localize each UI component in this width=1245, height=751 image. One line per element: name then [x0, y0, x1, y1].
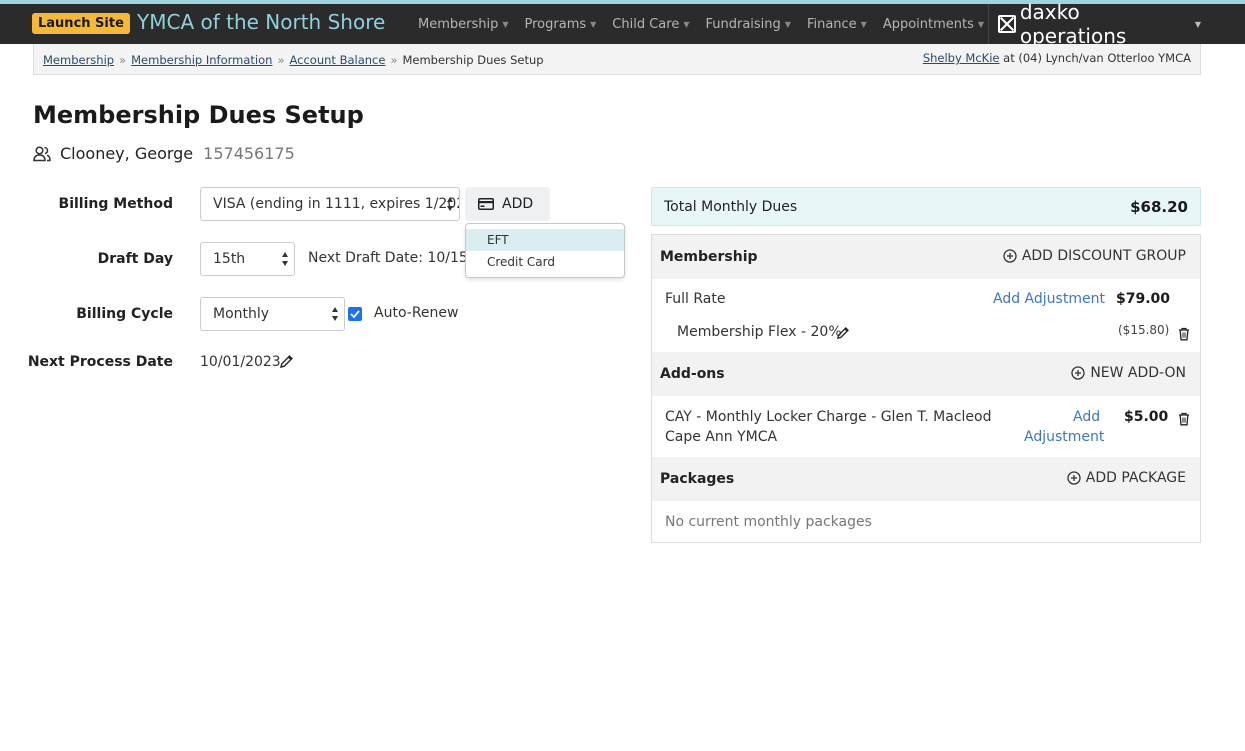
- checkmark-icon: [350, 310, 360, 318]
- edit-pencil-icon[interactable]: [279, 354, 294, 369]
- chevron-down-icon: ▼: [683, 19, 690, 29]
- billing-cycle-select[interactable]: Monthly: [200, 297, 345, 331]
- chevron-down-icon: ▼: [1194, 19, 1201, 29]
- packages-empty-text: No current monthly packages: [665, 514, 872, 530]
- launch-site-button[interactable]: Launch Site: [32, 13, 130, 34]
- plus-circle-icon: [1003, 249, 1017, 263]
- breadcrumb-bar: Membership » Membership Information » Ac…: [33, 44, 1201, 75]
- packages-section-title: Packages: [660, 471, 735, 487]
- addon-add-adjustment-link[interactable]: Add: [1073, 409, 1100, 425]
- addon-amount: $5.00: [1124, 409, 1169, 425]
- billing-cycle-value: Monthly: [213, 306, 270, 322]
- brand-name: daxko operations: [1019, 0, 1127, 48]
- membership-section-title: Membership: [660, 249, 758, 265]
- discount-amount: ($15.80): [1118, 323, 1170, 337]
- plus-circle-icon: [1067, 471, 1081, 485]
- add-billing-method-button[interactable]: ADD: [465, 187, 550, 221]
- current-user: Shelby McKie at (04) Lynch/van Otterloo …: [923, 51, 1191, 65]
- credit-card-icon: [478, 198, 494, 210]
- chevron-down-icon: ▼: [860, 19, 867, 29]
- full-rate-label: Full Rate: [665, 291, 726, 307]
- discount-label: Membership Flex - 20%: [677, 324, 842, 340]
- billing-cycle-label: Billing Cycle: [76, 306, 173, 322]
- new-addon-button[interactable]: NEW ADD-ON: [1071, 365, 1186, 381]
- breadcrumb-separator: »: [277, 53, 285, 67]
- breadcrumb-separator: »: [119, 53, 127, 67]
- auto-renew-checkbox[interactable]: [348, 307, 362, 321]
- users-icon: [33, 145, 51, 161]
- chevron-down-icon: ▼: [784, 19, 791, 29]
- daxko-logo-icon: [998, 15, 1016, 33]
- addon-name-line1: CAY - Monthly Locker Charge - Glen T. Ma…: [665, 409, 992, 425]
- nav-membership[interactable]: Membership ▼: [418, 17, 509, 32]
- main-nav: Membership ▼ Programs ▼ Child Care ▼ Fundra…: [410, 4, 992, 44]
- user-location: at (04) Lynch/van Otterloo YMCA: [999, 51, 1191, 65]
- select-arrows-icon: [332, 307, 338, 321]
- menu-item-credit-card[interactable]: Credit Card: [466, 251, 624, 273]
- plus-circle-icon: [1071, 366, 1085, 380]
- top-navigation-bar: Launch Site YMCA of the North Shore Memb…: [0, 0, 1245, 48]
- packages-section-header: Packages ADD PACKAGE: [652, 457, 1200, 501]
- trash-icon[interactable]: [1178, 327, 1190, 341]
- select-arrows-icon: [282, 252, 288, 266]
- billing-method-select[interactable]: VISA (ending in 1111, expires 1/2024): [200, 187, 460, 221]
- trash-icon[interactable]: [1178, 412, 1190, 426]
- add-package-button[interactable]: ADD PACKAGE: [1067, 470, 1186, 486]
- member-name: Clooney, George: [60, 144, 194, 163]
- add-button-label: ADD: [502, 196, 534, 212]
- chevron-down-icon: ▼: [590, 19, 597, 29]
- nav-appointments[interactable]: Appointments ▼: [883, 17, 984, 32]
- breadcrumb-membership[interactable]: Membership: [43, 53, 114, 67]
- nav-finance[interactable]: Finance ▼: [807, 17, 867, 32]
- membership-section-header: Membership ADD DISCOUNT GROUP: [652, 235, 1200, 279]
- addon-add-adjustment-link-line2[interactable]: Adjustment: [1024, 429, 1104, 445]
- select-arrows-icon: [447, 197, 453, 211]
- page-title: Membership Dues Setup: [33, 101, 364, 129]
- next-process-date-value: 10/01/2023: [200, 354, 281, 370]
- draft-day-label: Draft Day: [97, 251, 173, 267]
- billing-method-label: Billing Method: [58, 196, 173, 212]
- next-process-date-label: Next Process Date: [27, 354, 173, 370]
- dues-breakdown-panel: Membership ADD DISCOUNT GROUP Full Rate …: [651, 234, 1201, 543]
- nav-programs[interactable]: Programs ▼: [525, 17, 597, 32]
- draft-day-select[interactable]: 15th: [200, 242, 295, 276]
- breadcrumb-membership-information[interactable]: Membership Information: [131, 53, 272, 67]
- billing-method-value: VISA (ending in 1111, expires 1/2024): [213, 196, 460, 212]
- addon-name-line2: Cape Ann YMCA: [665, 429, 778, 445]
- next-draft-date: Next Draft Date: 10/15/2023: [308, 250, 465, 266]
- breadcrumb-current: Membership Dues Setup: [402, 53, 544, 67]
- breadcrumb-account-balance[interactable]: Account Balance: [289, 53, 385, 67]
- organization-name[interactable]: YMCA of the North Shore: [137, 10, 385, 34]
- add-billing-method-menu: EFT Credit Card: [465, 223, 625, 278]
- draft-day-value: 15th: [213, 251, 246, 267]
- auto-renew-label[interactable]: Auto-Renew: [374, 305, 458, 321]
- menu-item-eft[interactable]: EFT: [466, 229, 624, 251]
- daxko-brand-menu[interactable]: daxko operations ▼: [988, 0, 1201, 48]
- chevron-down-icon: ▼: [977, 19, 985, 29]
- member-header: Clooney, George 157456175: [33, 144, 295, 163]
- add-adjustment-link[interactable]: Add Adjustment: [993, 291, 1105, 307]
- add-discount-group-button[interactable]: ADD DISCOUNT GROUP: [1003, 248, 1186, 264]
- edit-pencil-icon[interactable]: [836, 326, 850, 340]
- total-value: $68.20: [1130, 198, 1188, 216]
- full-rate-amount: $79.00: [1116, 291, 1171, 307]
- total-label: Total Monthly Dues: [664, 199, 798, 215]
- nav-child-care[interactable]: Child Care ▼: [612, 17, 689, 32]
- user-name-link[interactable]: Shelby McKie: [923, 51, 1000, 65]
- addons-section-title: Add-ons: [660, 366, 725, 382]
- addons-section-header: Add-ons NEW ADD-ON: [652, 352, 1200, 396]
- breadcrumb-separator: »: [390, 53, 398, 67]
- chevron-down-icon: ▼: [502, 19, 509, 29]
- member-id: 157456175: [203, 144, 295, 163]
- nav-fundraising[interactable]: Fundraising ▼: [705, 17, 790, 32]
- breadcrumb: Membership » Membership Information » Ac…: [43, 53, 544, 67]
- total-monthly-dues: Total Monthly Dues $68.20: [651, 187, 1201, 226]
